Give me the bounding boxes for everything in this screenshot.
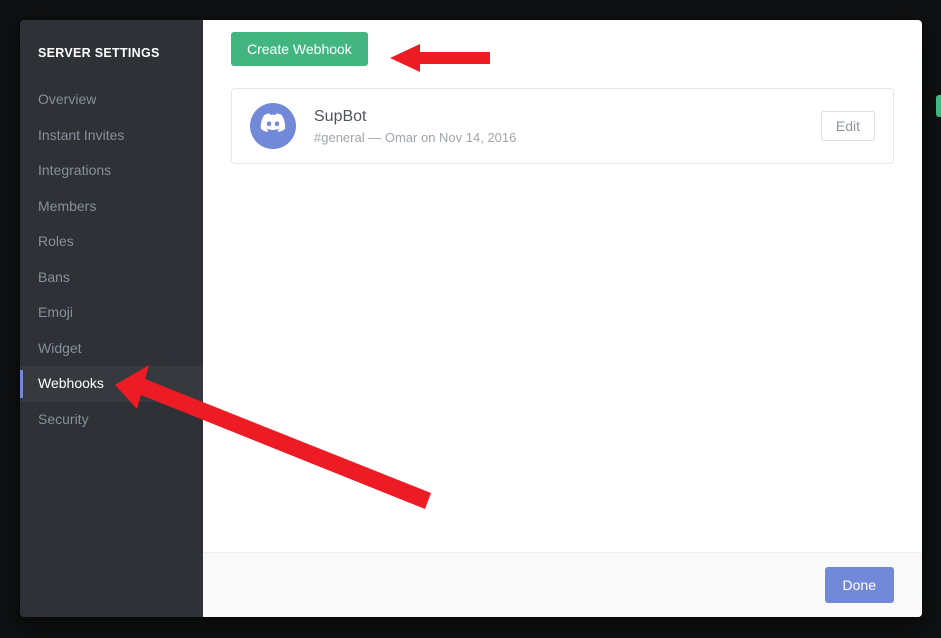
edit-webhook-button[interactable]: Edit [821,111,875,141]
sidebar-item-label: Widget [38,340,82,356]
done-button[interactable]: Done [825,567,894,603]
sidebar-item-widget[interactable]: Widget [20,331,203,367]
main-body: Create Webhook SupBot #general — Omar on… [203,20,922,552]
webhook-detail: Omar on Nov 14, 2016 [385,130,517,145]
sidebar-item-roles[interactable]: Roles [20,224,203,260]
sidebar-item-integrations[interactable]: Integrations [20,153,203,189]
webhook-avatar [250,103,296,149]
partial-offscreen-indicator [936,95,941,117]
sidebar-item-bans[interactable]: Bans [20,260,203,296]
sidebar-item-label: Integrations [38,162,111,178]
modal-footer: Done [203,552,922,617]
sidebar-item-label: Overview [38,91,96,107]
sidebar-item-emoji[interactable]: Emoji [20,295,203,331]
server-settings-modal: SERVER SETTINGS Overview Instant Invites… [20,20,922,617]
webhook-name: SupBot [314,107,821,126]
sidebar-item-label: Security [38,411,89,427]
sidebar-item-label: Emoji [38,304,73,320]
webhook-subtext: #general — Omar on Nov 14, 2016 [314,130,821,145]
sidebar-item-security[interactable]: Security [20,402,203,438]
sidebar-item-label: Instant Invites [38,127,124,143]
sidebar-item-label: Bans [38,269,70,285]
create-webhook-button[interactable]: Create Webhook [231,32,368,66]
sidebar: SERVER SETTINGS Overview Instant Invites… [20,20,203,617]
webhook-meta: SupBot #general — Omar on Nov 14, 2016 [314,107,821,145]
webhook-channel: #general [314,130,365,145]
sidebar-item-overview[interactable]: Overview [20,82,203,118]
sidebar-item-members[interactable]: Members [20,189,203,225]
sidebar-item-instant-invites[interactable]: Instant Invites [20,118,203,154]
sidebar-item-webhooks[interactable]: Webhooks [20,366,203,402]
sidebar-item-label: Webhooks [38,375,104,391]
sidebar-header: SERVER SETTINGS [20,20,203,82]
webhook-separator: — [368,130,381,145]
discord-logo-icon [259,110,287,143]
sidebar-item-label: Members [38,198,96,214]
webhook-row: SupBot #general — Omar on Nov 14, 2016 E… [231,88,894,164]
main-panel: Create Webhook SupBot #general — Omar on… [203,20,922,617]
sidebar-item-label: Roles [38,233,74,249]
